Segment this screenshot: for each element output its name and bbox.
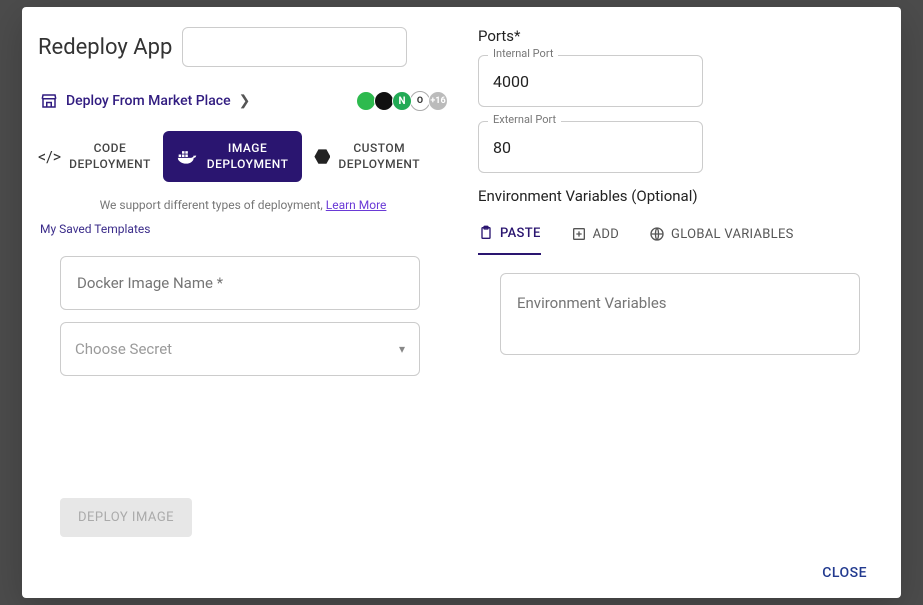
secret-placeholder: Choose Secret [75,340,172,358]
tab-paste[interactable]: PASTE [478,225,541,255]
docker-icon [177,149,197,165]
close-button[interactable]: CLOSE [816,564,873,582]
marketplace-badges: O +16 [358,91,448,111]
support-text: We support different types of deployment… [38,198,448,212]
env-vars-box[interactable] [500,273,860,355]
badge-icon [392,91,412,111]
app-name-input[interactable] [182,27,407,67]
hexagon-icon [314,149,330,165]
marketplace-label: Deploy From Market Place [66,93,231,109]
choose-secret-select[interactable]: Choose Secret ▾ [60,322,420,376]
image-deployment-option[interactable]: IMAGE DEPLOYMENT [163,131,303,182]
plus-box-icon [571,226,587,242]
env-vars-textarea[interactable] [515,292,845,332]
badge-icon [374,91,394,111]
tab-add[interactable]: ADD [571,226,619,254]
redeploy-dialog: Redeploy App Deploy From Market Place ❯ … [22,7,901,598]
internal-port-label: Internal Port [488,47,558,60]
external-port-label: External Port [488,113,561,126]
env-vars-title: Environment Variables (Optional) [478,187,885,205]
tab-global-variables[interactable]: GLOBAL VARIABLES [649,226,794,254]
store-icon [40,92,58,110]
clipboard-icon [478,225,494,241]
learn-more-link[interactable]: Learn More [326,198,387,212]
docker-image-input[interactable] [75,273,405,293]
code-icon: </> [38,147,61,166]
ports-title: Ports* [478,27,885,45]
caret-down-icon: ▾ [399,342,405,356]
external-port-input[interactable] [478,121,703,173]
marketplace-link[interactable]: Deploy From Market Place ❯ [40,92,250,110]
globe-icon [649,226,665,242]
dialog-title: Redeploy App [38,35,172,60]
badge-icon: O [410,91,430,111]
badge-more-icon: +16 [428,91,448,111]
chevron-right-icon: ❯ [239,93,251,109]
code-deployment-option[interactable]: </> CODE DEPLOYMENT [38,141,151,172]
saved-templates-link[interactable]: My Saved Templates [40,222,448,236]
badge-icon [356,91,376,111]
deploy-image-button[interactable]: DEPLOY IMAGE [60,498,192,537]
custom-deployment-option[interactable]: CUSTOM DEPLOYMENT [314,141,420,172]
internal-port-input[interactable] [478,55,703,107]
docker-image-field[interactable] [60,256,420,310]
